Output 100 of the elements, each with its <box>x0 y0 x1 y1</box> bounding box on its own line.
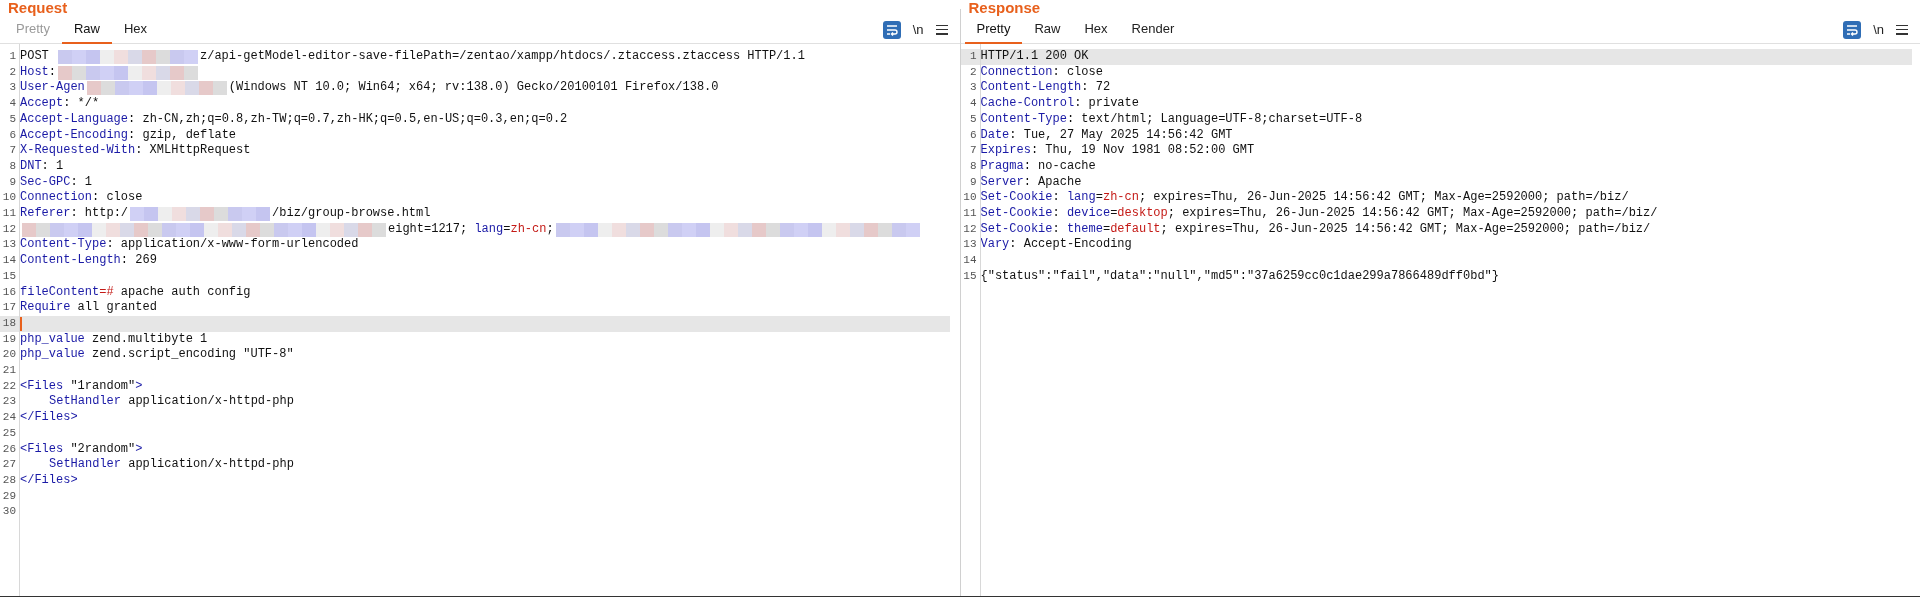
header-name: > <box>135 378 143 395</box>
header-name: Set-Cookie <box>980 190 1053 207</box>
code-text: = <box>503 221 511 238</box>
header-name: php_value <box>20 347 85 364</box>
code-text: : 1 <box>70 174 93 191</box>
line-number: 8 <box>968 158 978 174</box>
header-name: theme <box>1066 221 1103 238</box>
view-tab[interactable]: Render <box>1119 15 1187 44</box>
code-text: : close <box>92 190 143 207</box>
code-text: ; expires=Thu, 26-Jun-2025 14:56:42 GMT; Max-Age=2592000; path=/biz/ <box>1160 221 1651 238</box>
line-number: 18 <box>1 315 17 331</box>
code-text: : 1 <box>41 158 64 175</box>
line-number: 16 <box>1 284 17 300</box>
line-number: 20 <box>1 347 17 363</box>
line-number: 1 <box>8 49 17 64</box>
line-number: 13 <box>1 237 17 253</box>
code-text: POST <box>20 49 50 65</box>
code-text: : Tue, 27 May 2025 14:56:42 GMT <box>1009 127 1233 144</box>
line-number: 6 <box>8 127 17 143</box>
line-number: 1 <box>968 49 978 64</box>
wrap-lines-button[interactable] <box>882 20 901 39</box>
header-name: > <box>135 441 143 458</box>
view-tab[interactable]: Raw <box>61 15 112 44</box>
code-text: /biz/group-browse.html <box>272 206 431 222</box>
header-name: Content-Length <box>20 253 121 269</box>
header-name: Set-Cookie <box>980 221 1053 238</box>
header-name: <Files <box>20 378 64 395</box>
line-number: 11 <box>1 206 17 222</box>
line-number: 12 <box>1 221 17 237</box>
line-number: 3 <box>8 80 17 96</box>
line-number: 28 <box>1 473 17 488</box>
code-text: : close <box>1052 64 1103 81</box>
code-text: {"status":"fail","data":"null","md5":"37a6259cc0c1dae299a7866489dff0bd"} <box>980 268 1499 285</box>
code-text: : application/x-www-form-urlencoded <box>106 237 359 254</box>
line-number: 22 <box>1 378 17 394</box>
code-text: zend.multibyte 1 <box>91 331 208 348</box>
line-number: 23 <box>1 394 17 410</box>
line-number: 14 <box>962 253 978 269</box>
line-number: 4 <box>8 96 17 112</box>
code-text: : <box>48 64 56 81</box>
header-name: Set-Cookie <box>980 206 1053 222</box>
code-text: : XMLHttpRequest <box>135 143 251 159</box>
view-tab[interactable]: Pretty <box>964 15 1023 44</box>
code-text: (Windows NT 10.0; Win64; x64; rv:138.0) Gecko/20100101 Firefox/138.0 <box>228 80 719 97</box>
header-name: Host <box>20 64 49 81</box>
header-name: X-Requested-With <box>20 143 136 159</box>
wrap-lines-button[interactable] <box>1843 20 1862 39</box>
code-text: all granted <box>76 300 157 316</box>
newline-toggle[interactable]: \n <box>912 19 924 40</box>
header-name: Date <box>980 127 1010 144</box>
header-name: </Files> <box>20 410 78 426</box>
line-number: 8 <box>8 158 17 174</box>
code-text: = <box>1095 190 1103 207</box>
line-number: 12 <box>962 221 978 237</box>
highlighted-value: =# <box>99 284 114 301</box>
header-name: Accept-Encoding <box>20 127 129 144</box>
line-number: 9 <box>968 174 978 190</box>
line-number: 21 <box>1 363 17 379</box>
header-name: Content-Type <box>980 111 1067 128</box>
line-number: 10 <box>1 190 17 206</box>
code-text: : <box>1052 206 1061 222</box>
code-text: = <box>1102 221 1111 238</box>
header-name: Pragma <box>980 158 1024 175</box>
code-text: application/x-httpd-php <box>127 457 294 473</box>
header-name: Require <box>20 300 71 316</box>
newline-toggle[interactable]: \n <box>1873 19 1884 40</box>
header-name: php_value <box>20 331 85 348</box>
line-number: 17 <box>1 300 17 316</box>
code-text: application/x-httpd-php <box>127 394 294 411</box>
line-number: 15 <box>962 268 978 284</box>
view-tab[interactable]: Raw <box>1022 15 1073 44</box>
highlighted-value: zh-cn <box>510 221 547 238</box>
header-name: Content-Type <box>20 237 107 254</box>
header-name: Accept <box>20 96 64 112</box>
menu-icon[interactable] <box>935 24 948 35</box>
header-name: Referer <box>20 206 71 222</box>
header-name: device <box>1066 206 1111 222</box>
line-number: 10 <box>962 190 978 206</box>
header-name: User-Agen <box>20 80 85 97</box>
line-number: 19 <box>1 331 17 347</box>
code-text: : private <box>1074 96 1139 112</box>
code-text: z/api-getModel-editor-save-filePath=/zentao/xampp/htdocs/.ztaccess.ztaccess HTTP/1.1 <box>200 49 805 65</box>
code-text: "1random" <box>69 378 136 395</box>
view-tab[interactable]: Hex <box>112 15 160 44</box>
line-number: 4 <box>968 96 978 112</box>
line-number: 15 <box>1 268 17 284</box>
header-name: Expires <box>980 143 1031 159</box>
highlighted-value: zh-cn <box>1102 190 1139 207</box>
menu-icon[interactable] <box>1896 24 1908 35</box>
header-name: Connection <box>980 64 1053 81</box>
view-tab[interactable]: Hex <box>1072 15 1120 44</box>
line-number: 13 <box>962 237 978 253</box>
code-text: eight=1217; <box>388 221 469 238</box>
text-cursor <box>20 316 22 331</box>
header-name: Vary <box>980 237 1010 254</box>
code-text: : gzip, deflate <box>128 127 237 144</box>
code-text: apache auth config <box>119 284 251 301</box>
code-text: ; expires=Thu, 26-Jun-2025 14:56:42 GMT; Max-Age=2592000; path=/biz/ <box>1138 190 1629 207</box>
header-name: DNT <box>20 158 42 175</box>
code-text: : <box>1052 221 1061 238</box>
